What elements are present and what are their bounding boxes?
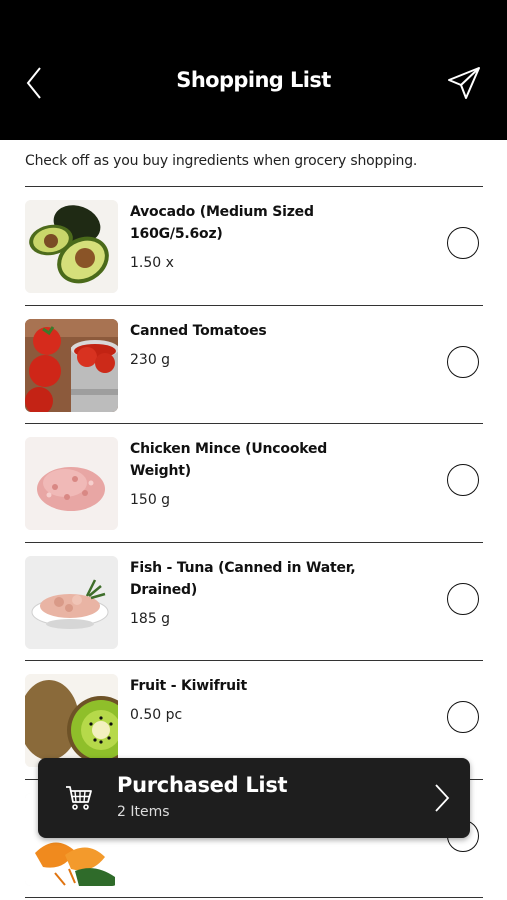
canned-tomatoes-image <box>25 318 118 412</box>
item-quantity: 185 g <box>130 610 171 627</box>
chevron-right-icon <box>435 784 450 812</box>
share-button[interactable] <box>443 62 485 104</box>
paper-plane-icon <box>448 67 480 99</box>
item-quantity: 1.50 x <box>130 255 174 271</box>
item-name: Avocado (Medium Sized 160G/5.6oz) <box>130 204 314 242</box>
intro-text: Check off as you buy ingredients when gr… <box>25 153 418 169</box>
item-name: Fish - Tuna (Canned in Water, Drained) <box>130 559 356 598</box>
check-off-toggle[interactable] <box>447 582 479 615</box>
shopping-cart-icon <box>66 786 92 810</box>
list-item: Chicken Mince (Uncooked Weight) 150 g <box>25 424 483 543</box>
purchased-list-title: Purchased List <box>117 773 288 797</box>
check-off-toggle[interactable] <box>447 464 479 496</box>
list-item: Canned Tomatoes 230 g <box>25 306 483 424</box>
kiwifruit-image <box>25 674 118 767</box>
app-header: Shopping List <box>0 0 507 140</box>
item-name: Canned Tomatoes <box>130 322 267 339</box>
check-off-toggle[interactable] <box>447 345 479 378</box>
tuna-image <box>25 555 118 649</box>
check-off-toggle[interactable] <box>447 701 479 733</box>
purchased-item-count: 2 Items <box>117 804 170 820</box>
item-name: Fruit - Kiwifruit <box>130 678 248 694</box>
item-quantity: 150 g <box>130 492 171 508</box>
purchased-list-button[interactable]: Purchased List 2 Items <box>38 758 470 838</box>
avocado-image <box>25 200 118 293</box>
page-title: Shopping List <box>176 68 331 92</box>
list-item: Avocado (Medium Sized 160G/5.6oz) 1.50 x <box>25 187 483 306</box>
list-item: Fish - Tuna (Canned in Water, Drained) 1… <box>25 543 483 661</box>
item-quantity: 230 g <box>130 351 171 368</box>
item-name: Chicken Mince (Uncooked Weight) <box>130 441 328 479</box>
check-off-toggle[interactable] <box>447 227 479 259</box>
item-quantity: 0.50 pc <box>130 707 183 723</box>
chicken-mince-image <box>25 437 118 530</box>
